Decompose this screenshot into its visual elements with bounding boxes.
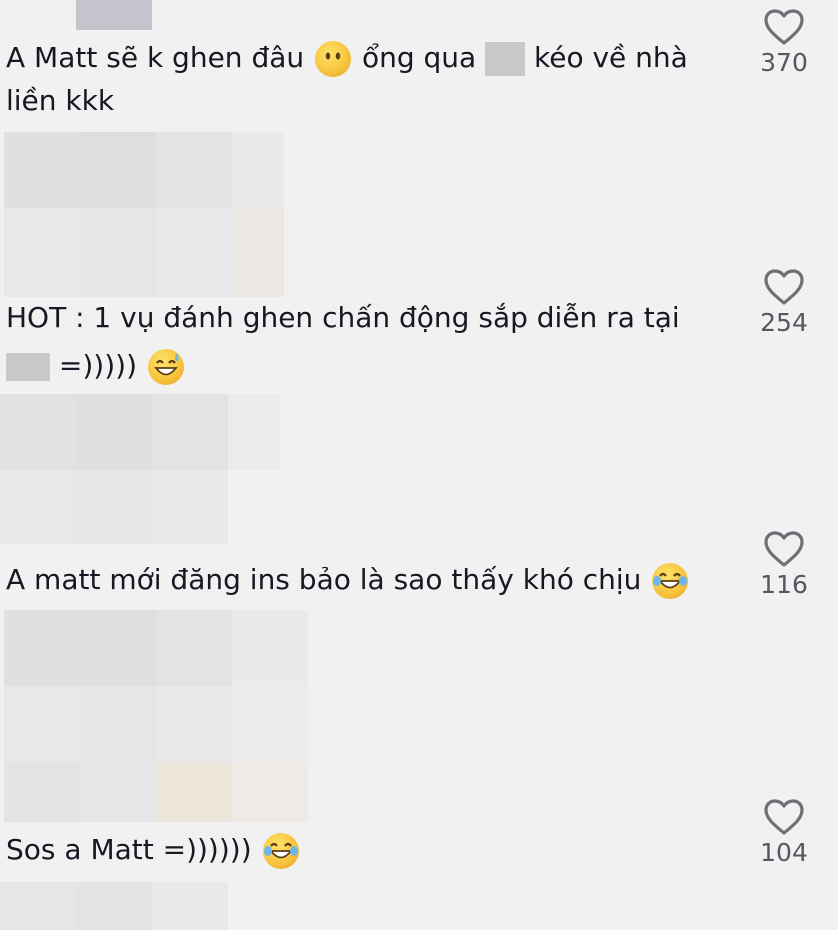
like-count-4: 104 bbox=[760, 838, 808, 867]
comment-3-text: A matt mới đăng ins bảo là sao thấy khó … bbox=[6, 559, 690, 601]
comment-1-text-line2: liền kkk bbox=[6, 84, 115, 117]
like-button-3[interactable]: 116 bbox=[754, 530, 814, 599]
comment-4-text: Sos a Matt =)))))) bbox=[6, 829, 301, 871]
heart-icon bbox=[764, 531, 804, 567]
like-count-1: 370 bbox=[760, 48, 808, 77]
like-button-4[interactable]: 104 bbox=[754, 798, 814, 867]
comment-1-text-part2: ổng qua bbox=[361, 41, 477, 74]
tears-of-joy-emoji bbox=[262, 833, 299, 869]
redacted-name bbox=[6, 353, 50, 381]
comment-2-text-line2: =))))) bbox=[6, 345, 186, 387]
heart-icon bbox=[764, 269, 804, 305]
heart-icon bbox=[764, 799, 804, 835]
comment-1-text-part1: A Matt sẽ k ghen đâu bbox=[6, 41, 305, 74]
face-without-mouth-emoji bbox=[315, 41, 352, 77]
comment-1-text: A Matt sẽ k ghen đâu ổng qua kéo về nhà bbox=[6, 37, 688, 79]
comment-3-text-part1: A matt mới đăng ins bảo là sao thấy khó … bbox=[6, 563, 642, 596]
grinning-sweat-emoji bbox=[147, 349, 184, 385]
comment-1-text-part3: kéo về nhà bbox=[534, 41, 688, 74]
like-button-1[interactable]: 370 bbox=[754, 8, 814, 77]
redacted-avatar-2 bbox=[0, 394, 280, 544]
redacted-avatar-top bbox=[76, 0, 152, 30]
tears-of-joy-emoji bbox=[652, 563, 689, 599]
comment-2-text: HOT : 1 vụ đánh ghen chấn động sắp diễn … bbox=[6, 301, 680, 334]
redacted-avatar-3 bbox=[4, 610, 308, 822]
redacted-avatar-4 bbox=[0, 882, 230, 930]
like-button-2[interactable]: 254 bbox=[754, 268, 814, 337]
redacted-avatar-1 bbox=[4, 132, 284, 297]
like-count-2: 254 bbox=[760, 308, 808, 337]
comment-2-text-part2: =))))) bbox=[58, 349, 137, 382]
redacted-name bbox=[485, 42, 526, 76]
comment-4-text-part1: Sos a Matt =)))))) bbox=[6, 833, 252, 866]
heart-icon bbox=[764, 9, 804, 45]
like-count-3: 116 bbox=[760, 570, 808, 599]
